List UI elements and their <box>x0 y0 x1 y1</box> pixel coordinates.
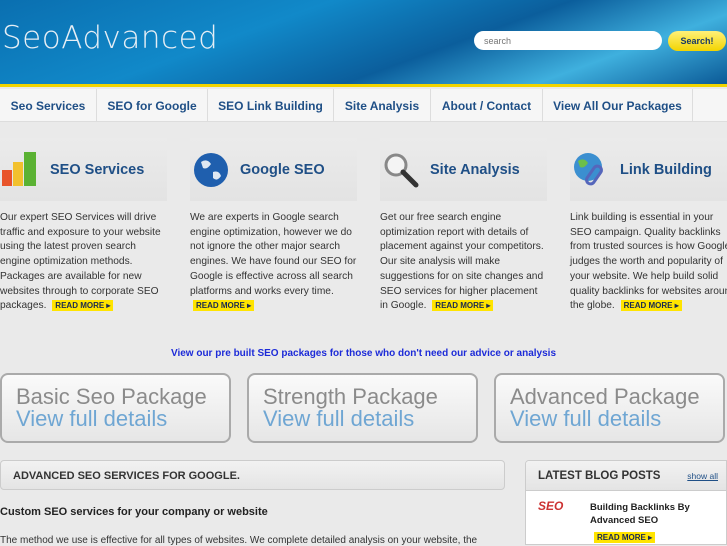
search-input[interactable] <box>474 31 662 50</box>
feature-text: We are experts in Google search engine o… <box>190 212 357 297</box>
feature-title: Link Building <box>620 161 712 178</box>
nav-about-contact[interactable]: About / Contact <box>431 89 543 122</box>
feature-text: Link building is essential in your SEO c… <box>570 212 727 312</box>
package-title: Strength Package <box>263 384 438 409</box>
package-details-link[interactable]: View full details <box>510 408 723 430</box>
package-details-link[interactable]: View full details <box>16 408 229 430</box>
nav-site-analysis[interactable]: Site Analysis <box>334 89 431 122</box>
feature-site-analysis: Site Analysis Get our free search engine… <box>380 122 547 314</box>
feature-title: Site Analysis <box>430 161 520 178</box>
feature-title: Google SEO <box>240 161 325 178</box>
globe-link-icon <box>570 149 612 191</box>
search-button[interactable]: Search! <box>668 31 726 51</box>
feature-text: Get our free search engine optimization … <box>380 212 544 312</box>
latest-blog-posts: LATEST BLOG POSTS show all SEO Building B… <box>525 460 727 545</box>
package-strength[interactable]: Strength Package View full details <box>247 373 478 443</box>
blog-post-image: SEO <box>538 499 564 513</box>
read-more-link[interactable]: READ MORE ▸ <box>620 300 682 312</box>
nav-seo-link-building[interactable]: SEO Link Building <box>208 89 334 122</box>
package-title: Advanced Package <box>510 384 700 409</box>
blog-heading: LATEST BLOG POSTS <box>538 469 661 482</box>
main-nav: Seo Services SEO for Google SEO Link Bui… <box>0 89 727 122</box>
feature-google-seo: Google SEO We are experts in Google sear… <box>190 122 357 314</box>
blog-post-title[interactable]: Building Backlinks By Advanced SEO <box>590 501 720 527</box>
package-details-link[interactable]: View full details <box>263 408 476 430</box>
package-basic[interactable]: Basic Seo Package View full details <box>0 373 231 443</box>
nav-seo-for-google[interactable]: SEO for Google <box>97 89 208 122</box>
package-title: Basic Seo Package <box>16 384 207 409</box>
magnifier-icon <box>380 149 422 191</box>
feature-text: Our expert SEO Services will drive traff… <box>0 212 161 312</box>
read-more-link[interactable]: READ MORE ▸ <box>52 300 114 312</box>
header-banner: SeoAdvanced Search! <box>0 0 727 87</box>
packages-tagline[interactable]: View our pre built SEO packages for thos… <box>0 348 727 359</box>
package-advanced[interactable]: Advanced Package View full details <box>494 373 725 443</box>
globe-icon <box>190 149 232 191</box>
section-heading: ADVANCED SEO SERVICES FOR GOOGLE. <box>0 460 505 490</box>
show-all-link[interactable]: show all <box>687 471 718 481</box>
feature-seo-services: SEO Services Our expert SEO Services wil… <box>0 122 167 314</box>
bar-chart-icon <box>0 149 42 191</box>
feature-title: SEO Services <box>50 161 145 178</box>
nav-view-all-packages[interactable]: View All Our Packages <box>543 89 693 122</box>
read-more-link[interactable]: READ MORE ▸ <box>193 300 255 312</box>
feature-link-building: Link Building Link building is essential… <box>570 122 727 314</box>
section-subheading: Custom SEO services for your company or … <box>0 506 268 518</box>
site-logo[interactable]: SeoAdvanced <box>2 20 218 56</box>
read-more-link[interactable]: READ MORE ▸ <box>432 300 494 312</box>
blog-read-more-link[interactable]: READ MORE ▸ <box>594 532 656 543</box>
section-paragraph: The method we use is effective for all t… <box>0 535 478 546</box>
nav-seo-services[interactable]: Seo Services <box>0 89 97 122</box>
